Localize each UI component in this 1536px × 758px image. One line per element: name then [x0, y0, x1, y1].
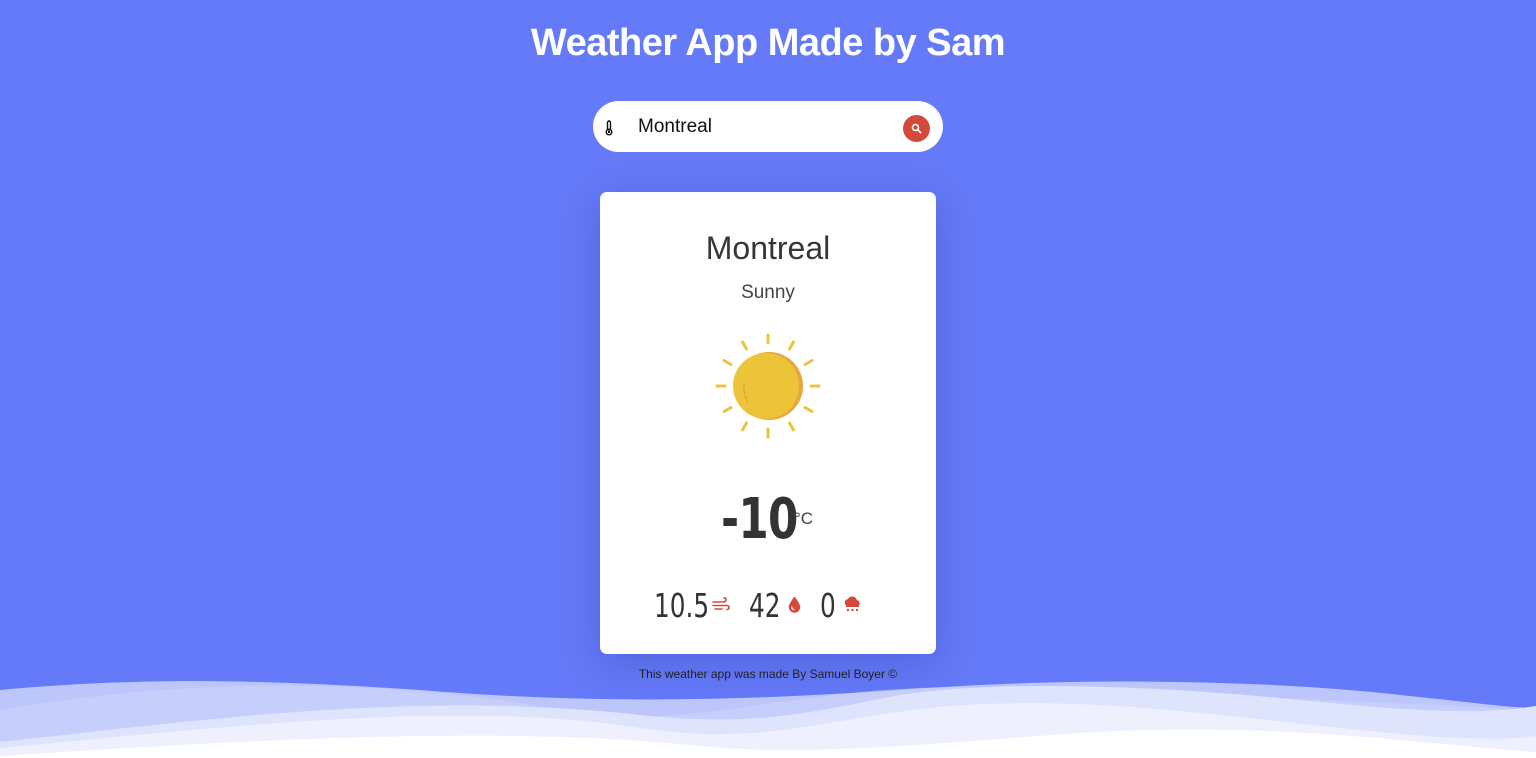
app-title: Weather App Made by Sam	[530, 22, 1006, 64]
rain-cloud-icon	[843, 596, 862, 619]
humidity-value: 42	[749, 586, 781, 625]
weather-app-page: Weather App Made by Sam Montreal Sunny	[0, 0, 1536, 758]
thermometer-icon	[604, 120, 614, 136]
temperature-unit: °C	[794, 509, 814, 528]
droplet-icon	[788, 596, 801, 618]
wind-icon	[712, 597, 730, 618]
temperature-display: -10 °C	[600, 488, 936, 552]
wave-decoration	[0, 681, 1536, 758]
wind-speed-value: 10.5	[654, 586, 710, 625]
weather-stats: 10.5 42 0	[600, 586, 936, 626]
search-button[interactable]	[903, 115, 930, 142]
sun-icon	[714, 332, 822, 440]
search-input[interactable]	[629, 110, 898, 143]
precipitation-value: 0	[820, 586, 836, 625]
temperature-value: -10	[721, 487, 798, 552]
search-icon	[911, 123, 922, 134]
